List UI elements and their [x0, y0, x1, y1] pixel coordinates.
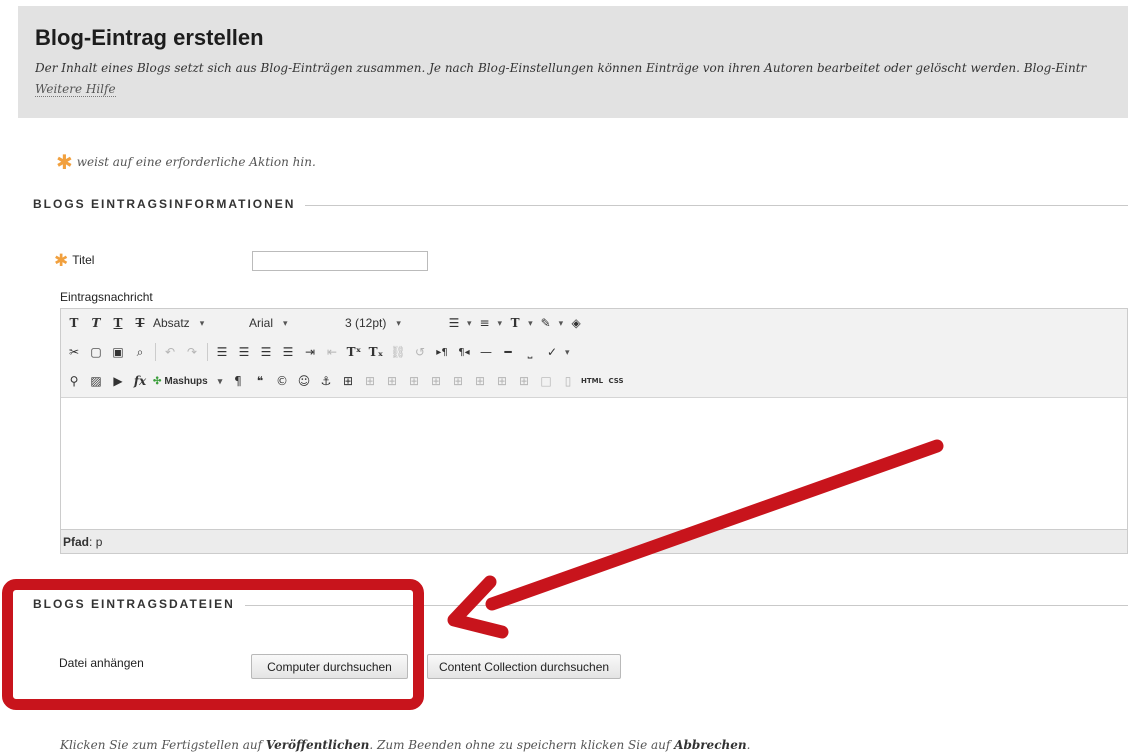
footer-text-1: Klicken Sie zum Fertigstellen auf — [60, 738, 266, 752]
footer-text-3: . — [746, 738, 751, 752]
annotation-arrow-icon — [447, 439, 944, 639]
footer-instructions: Klicken Sie zum Fertigstellen auf Veröff… — [60, 738, 750, 752]
footer-text-2: . Zum Beenden ohne zu speichern klicken … — [369, 738, 675, 752]
footer-publish-ref: Veröffentlichen — [265, 738, 370, 752]
footer-cancel-ref: Abbrechen — [674, 738, 747, 752]
